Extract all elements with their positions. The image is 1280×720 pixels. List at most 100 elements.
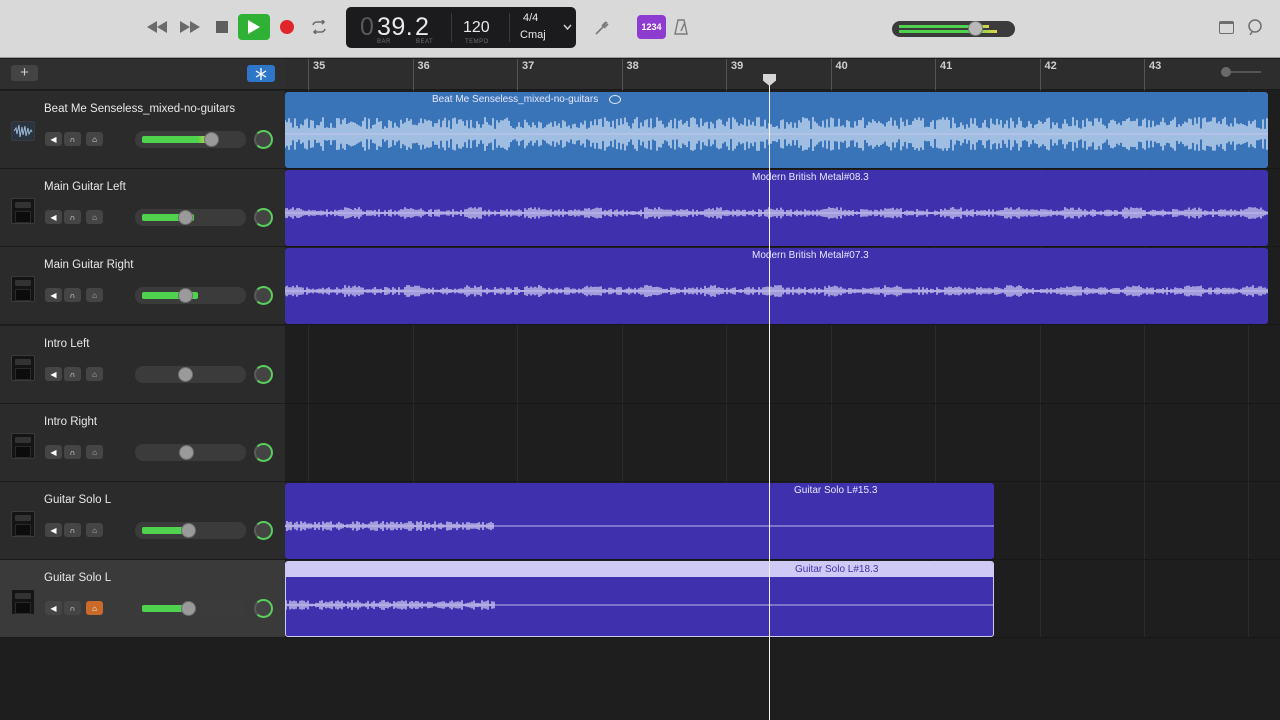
track-lane[interactable] xyxy=(285,404,1280,482)
record-enable-button[interactable]: ⌂ xyxy=(86,132,103,146)
solo-button[interactable]: ∩ xyxy=(64,210,81,225)
volume-knob[interactable] xyxy=(178,366,194,382)
pan-knob[interactable] xyxy=(254,130,273,149)
pan-knob[interactable] xyxy=(254,521,273,540)
record-enable-button[interactable]: ⌂ xyxy=(86,288,103,303)
audio-region[interactable]: Guitar Solo L#18.3 xyxy=(285,561,994,638)
track-header[interactable]: Intro Left ◀ ∩ ⌂ xyxy=(0,325,285,404)
track-name[interactable]: Main Guitar Left xyxy=(44,181,126,193)
metronome-button[interactable] xyxy=(672,17,690,37)
record-button[interactable] xyxy=(278,18,296,36)
solo-button[interactable]: ∩ xyxy=(64,288,81,303)
record-enable-button[interactable]: ⌂ xyxy=(86,210,103,225)
mute-button[interactable]: ◀ xyxy=(45,288,62,303)
volume-slider[interactable] xyxy=(135,365,246,383)
track-lane[interactable]: Guitar Solo L#18.3 xyxy=(285,560,1280,639)
stop-button[interactable] xyxy=(214,19,230,35)
track-lane[interactable]: Beat Me Senseless_mixed-no-guitars xyxy=(285,91,1280,169)
volume-slider[interactable] xyxy=(135,131,246,148)
track-lane[interactable] xyxy=(285,326,1280,404)
solo-button[interactable]: ∩ xyxy=(64,523,81,537)
volume-knob[interactable] xyxy=(178,288,194,304)
mute-button[interactable]: ◀ xyxy=(45,366,62,381)
bar-number-label: 36 xyxy=(417,60,430,72)
solo-button[interactable]: ∩ xyxy=(64,601,81,616)
chevron-down-icon[interactable] xyxy=(563,24,572,30)
audio-region[interactable]: Guitar Solo L#15.3 xyxy=(285,483,994,559)
speaker-mute-icon: ◀ xyxy=(50,291,57,301)
play-icon xyxy=(248,20,260,34)
master-volume-slider[interactable] xyxy=(892,21,1015,37)
volume-knob[interactable] xyxy=(204,132,220,147)
volume-slider[interactable] xyxy=(135,600,246,618)
playhead[interactable] xyxy=(769,75,770,720)
lcd-display[interactable]: 0 39. 2 BAR BEAT 120 TEMPO 4/4 Cmaj xyxy=(346,7,576,48)
solo-button[interactable]: ∩ xyxy=(64,366,81,381)
pan-knob[interactable] xyxy=(254,599,273,619)
record-arm-icon: ⌂ xyxy=(92,447,97,457)
rewind-button[interactable] xyxy=(146,17,168,37)
bar-label: BAR xyxy=(377,39,391,45)
track-header[interactable]: Guitar Solo L ◀ ∩ ⌂ xyxy=(0,482,285,560)
audio-region[interactable]: Modern British Metal#07.3 xyxy=(285,248,1268,325)
audio-region[interactable]: Modern British Metal#08.3 xyxy=(285,170,1268,247)
horizontal-scroll-knob[interactable] xyxy=(1221,67,1231,77)
mute-button[interactable]: ◀ xyxy=(45,210,62,225)
volume-knob[interactable] xyxy=(178,210,194,226)
volume-knob[interactable] xyxy=(181,601,197,617)
record-enable-button[interactable]: ⌂ xyxy=(86,523,103,537)
play-button[interactable] xyxy=(238,14,270,40)
volume-knob[interactable] xyxy=(179,444,195,460)
track-name[interactable]: Guitar Solo L xyxy=(44,572,111,584)
mute-button[interactable]: ◀ xyxy=(45,132,62,146)
track-name[interactable]: Main Guitar Right xyxy=(44,259,133,271)
track-header[interactable]: Intro Right ◀ ∩ ⌂ xyxy=(0,403,285,482)
loop-browser-button[interactable] xyxy=(1245,17,1265,37)
track-header[interactable]: Beat Me Senseless_mixed-no-guitars ◀ ∩ ⌂ xyxy=(0,91,285,169)
mute-button[interactable]: ◀ xyxy=(45,444,62,459)
volume-slider[interactable] xyxy=(135,522,246,539)
mute-button[interactable]: ◀ xyxy=(45,601,62,616)
add-track-button[interactable]: + xyxy=(11,65,38,81)
pan-knob[interactable] xyxy=(254,442,273,462)
cycle-button[interactable] xyxy=(307,16,331,38)
bar-number-label: 35 xyxy=(313,60,326,72)
track-lane[interactable]: Modern British Metal#07.3 xyxy=(285,247,1280,326)
ruler-bar-number: 39 xyxy=(726,59,743,90)
track-name[interactable]: Beat Me Senseless_mixed-no-guitars xyxy=(44,103,235,115)
fast-forward-button[interactable] xyxy=(179,17,201,37)
mute-button[interactable]: ◀ xyxy=(45,523,62,537)
audio-region[interactable]: Beat Me Senseless_mixed-no-guitars xyxy=(285,92,1268,168)
pan-knob[interactable] xyxy=(254,208,273,228)
master-volume-knob[interactable] xyxy=(968,21,983,36)
track-name[interactable]: Intro Right xyxy=(44,416,97,428)
track-name[interactable]: Intro Left xyxy=(44,338,89,350)
record-enable-button[interactable]: ⌂ xyxy=(86,366,103,381)
record-enable-button[interactable]: ⌂ xyxy=(86,601,103,616)
track-header[interactable]: Guitar Solo L ◀ ∩ ⌂ xyxy=(0,560,285,639)
count-in-button[interactable]: 1234 xyxy=(637,15,666,39)
track-lane[interactable]: Guitar Solo L#15.3 xyxy=(285,482,1280,560)
smart-controls-filter-button[interactable] xyxy=(247,65,275,82)
headphones-icon: ∩ xyxy=(69,604,76,614)
flex-icon[interactable] xyxy=(609,95,621,104)
editors-button[interactable] xyxy=(1217,18,1235,36)
volume-slider[interactable] xyxy=(135,209,246,227)
volume-slider[interactable] xyxy=(135,443,246,461)
pan-knob[interactable] xyxy=(254,286,273,306)
track-lane[interactable]: Modern British Metal#08.3 xyxy=(285,169,1280,248)
solo-button[interactable]: ∩ xyxy=(64,132,81,146)
track-header[interactable]: Main Guitar Left ◀ ∩ ⌂ xyxy=(0,169,285,248)
ruler-bar-number: 40 xyxy=(830,59,848,90)
volume-knob[interactable] xyxy=(181,523,197,538)
bar-number-label: 43 xyxy=(1149,60,1162,72)
solo-button[interactable]: ∩ xyxy=(64,444,81,459)
volume-slider[interactable] xyxy=(135,287,246,305)
pan-knob[interactable] xyxy=(254,364,273,384)
bar-ruler[interactable]: 35 36 37 38 39 40 41 42 43 xyxy=(285,59,1280,90)
track-name[interactable]: Guitar Solo L xyxy=(44,494,111,506)
tuner-button[interactable] xyxy=(592,17,612,37)
catch-playhead-icon xyxy=(255,67,267,80)
track-header[interactable]: Main Guitar Right ◀ ∩ ⌂ xyxy=(0,247,285,326)
record-enable-button[interactable]: ⌂ xyxy=(86,444,103,459)
